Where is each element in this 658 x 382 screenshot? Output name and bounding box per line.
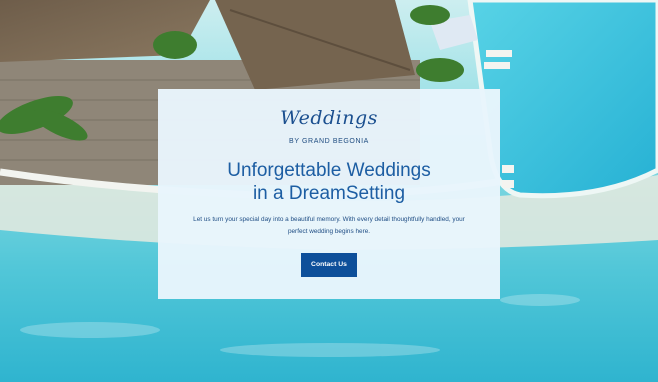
logo-subtitle: BY GRAND BEGONIA	[289, 138, 369, 145]
weddings-logo: Weddings	[280, 107, 378, 129]
description-line-1: Let us turn your special day into a beau…	[193, 216, 465, 223]
hero-description: Let us turn your special day into a beau…	[180, 214, 478, 238]
hero-section: Weddings BY GRAND BEGONIA Unforgettable …	[0, 0, 658, 382]
headline-line-1: Unforgettable Weddings	[227, 160, 431, 181]
wedding-intro-card: Weddings BY GRAND BEGONIA Unforgettable …	[158, 89, 500, 299]
headline-line-2: in a DreamSetting	[252, 183, 406, 204]
hero-headline: Unforgettable Weddings in a DreamSetting	[158, 159, 500, 205]
description-line-2: perfect wedding begins here.	[287, 228, 371, 235]
contact-us-button[interactable]: Contact Us	[301, 253, 357, 277]
